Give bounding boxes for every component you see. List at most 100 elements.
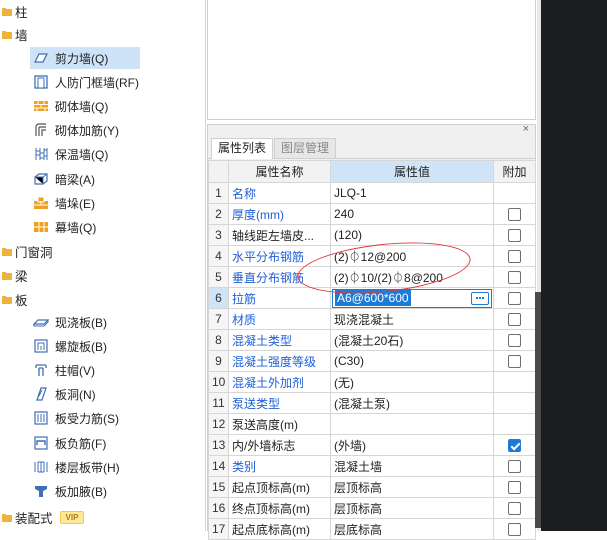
- prefab-icon: [2, 512, 12, 522]
- tree-item-wall-pier[interactable]: 墙垛(E): [30, 192, 205, 214]
- additional-checkbox[interactable]: [508, 229, 521, 243]
- property-value-editor[interactable]: A6@600*600: [332, 288, 492, 308]
- additional-cell[interactable]: [493, 350, 536, 372]
- property-row[interactable]: 17 起点底标高(m) 层底标高: [208, 518, 536, 540]
- additional-cell[interactable]: [493, 329, 536, 351]
- property-value-cell[interactable]: A6@600*600: [330, 287, 494, 309]
- additional-checkbox[interactable]: [508, 502, 521, 516]
- property-value-input[interactable]: A6@600*600: [335, 290, 411, 306]
- property-value[interactable]: 混凝土墙: [330, 455, 494, 477]
- property-value[interactable]: (混凝土20石): [330, 329, 494, 351]
- property-value[interactable]: (外墙): [330, 434, 494, 456]
- tree-item-column-cap[interactable]: 柱帽(V): [30, 359, 205, 381]
- additional-checkbox[interactable]: [508, 334, 521, 348]
- property-row[interactable]: 8 混凝土类型 (混凝土20石): [208, 329, 536, 351]
- tree-category-prefab[interactable]: 装配式 VIP: [2, 506, 85, 528]
- tree-category-wall[interactable]: 墙: [2, 23, 28, 45]
- tree-item-label: 砌体墙(Q): [55, 99, 109, 114]
- additional-checkbox[interactable]: [508, 313, 521, 327]
- tree-item-shear-wall[interactable]: 剪力墙(Q): [30, 47, 140, 69]
- tree-item-masonry-rebar[interactable]: 砌体加筋(Y): [30, 119, 205, 141]
- tree-item-hidden-beam[interactable]: 暗梁(A): [30, 168, 205, 190]
- additional-checkbox[interactable]: [508, 250, 521, 264]
- additional-cell[interactable]: [493, 245, 536, 267]
- property-row[interactable]: 5 垂直分布钢筋 (2)⏀10/(2)⏀8@200: [208, 266, 536, 288]
- additional-cell[interactable]: [493, 497, 536, 519]
- additional-cell[interactable]: [493, 308, 536, 330]
- tree-item-civil-defense-door-wall[interactable]: 人防门框墙(RF): [30, 71, 205, 93]
- property-row[interactable]: 6 拉筋 A6@600*600: [208, 287, 536, 309]
- additional-checkbox[interactable]: [508, 292, 521, 306]
- tree-category-door-window[interactable]: 门窗洞: [2, 240, 53, 262]
- tree-item-slab-negative-rebar[interactable]: 板负筋(F): [30, 432, 205, 454]
- row-number: 12: [208, 413, 229, 435]
- additional-cell[interactable]: [493, 455, 536, 477]
- tab-layer-management[interactable]: 图层管理: [274, 138, 337, 158]
- additional-checkbox[interactable]: [508, 439, 521, 453]
- additional-cell[interactable]: [493, 434, 536, 456]
- property-row[interactable]: 9 混凝土强度等级 (C30): [208, 350, 536, 372]
- tree-category-slab[interactable]: 板: [2, 288, 28, 310]
- additional-cell[interactable]: [493, 182, 536, 204]
- tree-item-slab-main-rebar[interactable]: 板受力筋(S): [30, 407, 205, 429]
- property-row[interactable]: 1 名称 JLQ-1: [208, 182, 536, 204]
- ellipsis-button[interactable]: [471, 291, 489, 305]
- additional-checkbox[interactable]: [508, 355, 521, 369]
- additional-cell[interactable]: [493, 287, 536, 309]
- property-row[interactable]: 3 轴线距左墙皮... (120): [208, 224, 536, 246]
- property-value[interactable]: 层顶标高: [330, 476, 494, 498]
- property-row[interactable]: 12 泵送高度(m): [208, 413, 536, 435]
- additional-cell[interactable]: [493, 392, 536, 414]
- vip-badge: VIP: [59, 510, 85, 524]
- property-row[interactable]: 14 类别 混凝土墙: [208, 455, 536, 477]
- tree-item-insulation-wall[interactable]: 保温墙(Q): [30, 143, 205, 165]
- shear-wall-icon: [33, 50, 49, 66]
- tree-category-beam[interactable]: 梁: [2, 264, 28, 286]
- masonry-rebar-icon: [33, 122, 49, 138]
- tab-property-list[interactable]: 属性列表: [211, 138, 274, 159]
- tree-item-cast-slab[interactable]: 现浇板(B): [30, 311, 205, 333]
- tree-item-spiral-slab[interactable]: 螺旋板(B): [30, 335, 205, 357]
- header-property-value: 属性值: [330, 160, 494, 183]
- additional-cell[interactable]: [493, 371, 536, 393]
- additional-cell[interactable]: [493, 224, 536, 246]
- additional-checkbox[interactable]: [508, 481, 521, 495]
- tree-item-slab-hole[interactable]: 板洞(N): [30, 383, 205, 405]
- property-value[interactable]: [330, 413, 494, 435]
- tree-category-column[interactable]: 柱: [2, 0, 28, 22]
- property-row[interactable]: 15 起点顶标高(m) 层顶标高: [208, 476, 536, 498]
- additional-cell[interactable]: [493, 518, 536, 540]
- additional-cell[interactable]: [493, 266, 536, 288]
- property-value[interactable]: (120): [330, 224, 494, 246]
- tree-item-curtain-wall[interactable]: 幕墙(Q): [30, 216, 205, 238]
- additional-cell[interactable]: [493, 203, 536, 225]
- tree-item-floor-strip[interactable]: 楼层板带(H): [30, 456, 205, 478]
- tree-item-label: 人防门框墙(RF): [55, 75, 139, 90]
- tree-item-masonry-wall[interactable]: 砌体墙(Q): [30, 95, 205, 117]
- tree-item-slab-haunch[interactable]: 板加腋(B): [30, 480, 205, 502]
- property-value[interactable]: 240: [330, 203, 494, 225]
- additional-cell[interactable]: [493, 413, 536, 435]
- additional-checkbox[interactable]: [508, 271, 521, 285]
- close-icon[interactable]: ×: [523, 123, 529, 135]
- property-row[interactable]: 2 厚度(mm) 240: [208, 203, 536, 225]
- property-value[interactable]: (2)⏀12@200: [330, 245, 494, 267]
- property-value[interactable]: (2)⏀10/(2)⏀8@200: [330, 266, 494, 288]
- property-row[interactable]: 4 水平分布钢筋 (2)⏀12@200: [208, 245, 536, 267]
- property-value[interactable]: (混凝土泵): [330, 392, 494, 414]
- property-value[interactable]: (C30): [330, 350, 494, 372]
- property-row[interactable]: 11 泵送类型 (混凝土泵): [208, 392, 536, 414]
- property-row[interactable]: 7 材质 现浇混凝土: [208, 308, 536, 330]
- additional-checkbox[interactable]: [508, 523, 521, 537]
- property-row[interactable]: 13 内/外墙标志 (外墙): [208, 434, 536, 456]
- property-row[interactable]: 16 终点顶标高(m) 层顶标高: [208, 497, 536, 519]
- additional-cell[interactable]: [493, 476, 536, 498]
- property-value[interactable]: 现浇混凝土: [330, 308, 494, 330]
- additional-checkbox[interactable]: [508, 208, 521, 222]
- additional-checkbox[interactable]: [508, 460, 521, 474]
- property-value[interactable]: (无): [330, 371, 494, 393]
- property-value[interactable]: 层顶标高: [330, 497, 494, 519]
- property-row[interactable]: 10 混凝土外加剂 (无): [208, 371, 536, 393]
- property-value[interactable]: JLQ-1: [330, 182, 494, 204]
- property-value[interactable]: 层底标高: [330, 518, 494, 540]
